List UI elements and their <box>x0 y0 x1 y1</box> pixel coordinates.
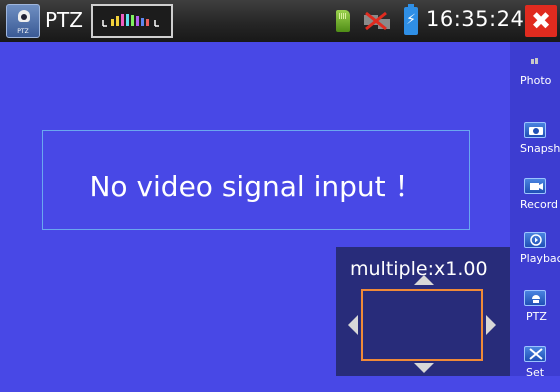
battery-charging-icon: ⚡ <box>404 4 418 35</box>
arrow-up-icon[interactable] <box>414 275 434 285</box>
app-icon-label: PTZ <box>17 28 29 35</box>
camera-icon <box>524 122 546 138</box>
sidebar-item-label: Set <box>526 366 545 379</box>
sd-card-icon <box>336 10 350 32</box>
sidebar-item-label: Playback <box>520 252 560 265</box>
battery-symbol: ⚡ <box>406 12 416 28</box>
video-camera-icon <box>524 178 546 194</box>
sidebar-item-label: Record <box>520 198 559 211</box>
sidebar-item-snapshot[interactable]: Snapshot <box>510 116 560 168</box>
app-title: PTZ <box>45 8 83 32</box>
sidebar-item-set[interactable]: Set <box>510 340 560 392</box>
close-button[interactable]: ✖ <box>525 5 557 37</box>
sidebar-item-playback[interactable]: Playback <box>510 226 560 278</box>
no-video-message: No video signal input ！ <box>89 170 423 203</box>
arrow-down-icon[interactable] <box>414 363 434 373</box>
zoom-frame[interactable] <box>361 289 483 361</box>
arrow-right-icon[interactable] <box>486 315 496 335</box>
tools-icon <box>524 346 546 362</box>
photo-icon <box>524 54 546 70</box>
clock: 16:35:24 <box>426 7 525 31</box>
arrow-left-icon[interactable] <box>348 315 358 335</box>
playback-icon <box>524 232 546 248</box>
zoom-panel: multiple:x1.00 <box>336 247 510 376</box>
sidebar-item-record[interactable]: Record <box>510 172 560 224</box>
sidebar-item-label: Photo <box>520 74 552 87</box>
sidebar-item-ptz[interactable]: PTZ <box>510 284 560 336</box>
status-bar: PTZ PTZ ⚡ 16:35:24 ✖ <box>0 0 560 42</box>
sidebar: Photo Snapshot Record Playback PTZ Set <box>510 42 560 379</box>
signal-strength-icon <box>91 4 173 38</box>
ptz-camera-icon[interactable]: PTZ <box>6 4 40 38</box>
sidebar-item-photo[interactable]: Photo <box>510 48 560 100</box>
close-icon: ✖ <box>530 7 552 35</box>
ptz-camera-icon <box>524 290 546 306</box>
video-area[interactable]: No video signal input ！ <box>42 130 470 230</box>
sidebar-item-label: PTZ <box>526 310 547 323</box>
sidebar-item-label: Snapshot <box>520 142 560 155</box>
network-disconnected-icon <box>362 9 394 33</box>
